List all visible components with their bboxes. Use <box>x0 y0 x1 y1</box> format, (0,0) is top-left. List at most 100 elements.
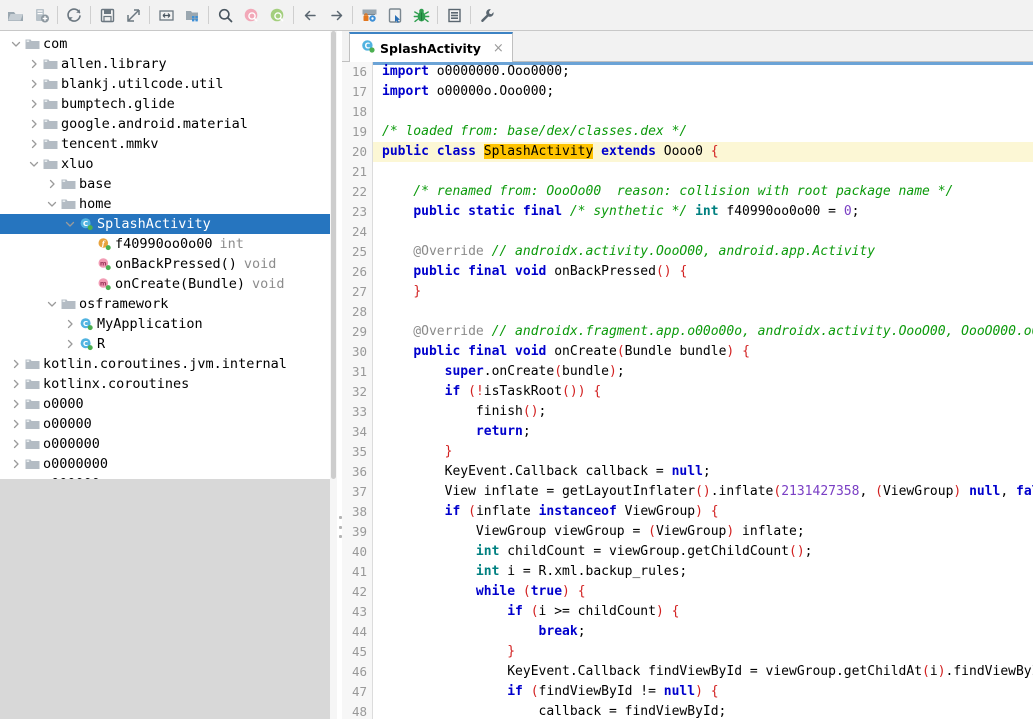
search-green-icon[interactable] <box>264 3 290 28</box>
code-line[interactable]: callback = findViewById; <box>373 702 1033 719</box>
code-line[interactable]: if (inflate instanceof ViewGroup) { <box>373 502 1033 522</box>
add-file-icon[interactable] <box>28 3 54 28</box>
code-line[interactable]: public final void onBackPressed() { <box>373 262 1033 282</box>
tree-row[interactable]: o00000 <box>0 414 337 434</box>
tab-splashactivity[interactable]: C SplashActivity × <box>349 32 513 62</box>
chevron-down-icon[interactable] <box>26 154 41 174</box>
tree-row[interactable]: allen.library <box>0 54 337 74</box>
code-line[interactable]: super.onCreate(bundle); <box>373 362 1033 382</box>
tree-row[interactable]: bumptech.glide <box>0 94 337 114</box>
tree-row[interactable]: com <box>0 34 337 54</box>
chevron-right-icon[interactable] <box>62 334 77 354</box>
chevron-down-icon[interactable] <box>44 294 59 314</box>
code-line[interactable]: break; <box>373 622 1033 642</box>
tree-row[interactable]: google.android.material <box>0 114 337 134</box>
save-icon[interactable] <box>94 3 120 28</box>
tree-scrollbar-thumb[interactable] <box>331 31 336 479</box>
code-token: ()) <box>562 384 586 399</box>
tree-row[interactable]: o000000 <box>0 434 337 454</box>
tree-row[interactable]: CR <box>0 334 337 354</box>
tree-row[interactable]: o0000 <box>0 394 337 414</box>
tree-row[interactable]: o0000000 <box>0 454 337 474</box>
chevron-right-icon[interactable] <box>26 94 41 114</box>
tree-row[interactable]: osframework <box>0 294 337 314</box>
code-line[interactable] <box>373 222 1033 242</box>
chevron-right-icon[interactable] <box>8 414 23 434</box>
code-line[interactable]: if (findViewById != null) { <box>373 682 1033 702</box>
tree-row[interactable]: f f40990oo0o00 int <box>0 234 337 254</box>
export-icon[interactable] <box>120 3 146 28</box>
code-line[interactable]: @Override // androidx.activity.OooO00, a… <box>373 242 1033 262</box>
search-pink-icon[interactable] <box>238 3 264 28</box>
code-line[interactable]: if (!isTaskRoot()) { <box>373 382 1033 402</box>
forward-arrow-icon[interactable] <box>323 3 349 28</box>
code-line[interactable]: finish(); <box>373 402 1033 422</box>
chevron-down-icon[interactable] <box>8 34 23 54</box>
code-line[interactable]: /* renamed from: OooOo00 reason: collisi… <box>373 182 1033 202</box>
chevron-down-icon[interactable] <box>62 214 77 234</box>
close-icon[interactable]: × <box>493 42 504 55</box>
code-line[interactable]: } <box>373 282 1033 302</box>
bug-icon[interactable] <box>408 3 434 28</box>
chevron-down-icon[interactable] <box>44 194 59 214</box>
code-line[interactable]: public static final /* synthetic */ int … <box>373 202 1033 222</box>
tree-row[interactable]: base <box>0 174 337 194</box>
search-icon[interactable] <box>212 3 238 28</box>
code-line[interactable]: import o0000000.Ooo0000; <box>373 62 1033 82</box>
collapse-icon[interactable] <box>153 3 179 28</box>
code-token: () <box>522 404 539 419</box>
chevron-right-icon[interactable] <box>8 434 23 454</box>
back-arrow-icon[interactable] <box>297 3 323 28</box>
tree-row[interactable]: home <box>0 194 337 214</box>
code-area[interactable]: 16 17 18 19 20 21 22 23 24 25 26 27 28 29 30 31 32 33 34 35… <box>342 62 1033 719</box>
code-line[interactable] <box>373 162 1033 182</box>
tree-row[interactable]: kotlin.coroutines.jvm.internal <box>0 354 337 374</box>
tree-row[interactable]: kotlinx.coroutines <box>0 374 337 394</box>
code-line[interactable]: int childCount = viewGroup.getChildCount… <box>373 542 1033 562</box>
tree-vertical-scrollbar[interactable] <box>330 31 337 719</box>
code-line[interactable] <box>373 302 1033 322</box>
list-icon[interactable] <box>441 3 467 28</box>
code-line[interactable]: } <box>373 442 1033 462</box>
tree-row-selected[interactable]: C SplashActivity <box>0 214 337 234</box>
tree-row[interactable]: m onCreate(Bundle) void <box>0 274 337 294</box>
chevron-right-icon[interactable] <box>26 134 41 154</box>
open-folder-icon[interactable] <box>2 3 28 28</box>
wrench-icon[interactable] <box>474 3 500 28</box>
code-line[interactable]: int i = R.xml.backup_rules; <box>373 562 1033 582</box>
tree-row[interactable]: blankj.utilcode.util <box>0 74 337 94</box>
chevron-right-icon[interactable] <box>26 74 41 94</box>
code-line[interactable]: if (i >= childCount) { <box>373 602 1033 622</box>
lock-settings-icon[interactable] <box>356 3 382 28</box>
code-line[interactable]: import o00000o.Ooo000; <box>373 82 1033 102</box>
code-line[interactable]: View inflate = getLayoutInflater().infla… <box>373 482 1033 502</box>
code-line[interactable]: return; <box>373 422 1033 442</box>
code-content[interactable]: import o0000000.Ooo0000; import o00000o.O… <box>373 62 1033 719</box>
chevron-right-icon[interactable] <box>26 114 41 134</box>
tree-row[interactable]: C MyApplication <box>0 314 337 334</box>
chevron-right-icon[interactable] <box>8 354 23 374</box>
code-line[interactable]: /* loaded from: base/dex/classes.dex */ <box>373 122 1033 142</box>
code-token: i = R.xml.backup_rules; <box>499 564 688 579</box>
tree-row[interactable]: m onBackPressed() void <box>0 254 337 274</box>
page-cursor-icon[interactable] <box>382 3 408 28</box>
chevron-right-icon[interactable] <box>44 174 59 194</box>
folder-grid-icon[interactable] <box>179 3 205 28</box>
tree-row[interactable]: tencent.mmkv <box>0 134 337 154</box>
chevron-right-icon[interactable] <box>8 394 23 414</box>
refresh-icon[interactable] <box>61 3 87 28</box>
chevron-right-icon[interactable] <box>8 374 23 394</box>
code-line[interactable]: @Override // androidx.fragment.app.o00o0… <box>373 322 1033 342</box>
code-line[interactable]: KeyEvent.Callback findViewById = viewGro… <box>373 662 1033 682</box>
code-line[interactable]: while (true) { <box>373 582 1033 602</box>
code-line[interactable]: } <box>373 642 1033 662</box>
chevron-right-icon[interactable] <box>26 54 41 74</box>
code-line[interactable]: KeyEvent.Callback callback = null; <box>373 462 1033 482</box>
tree-row[interactable]: xluo <box>0 154 337 174</box>
chevron-right-icon[interactable] <box>62 314 77 334</box>
code-line[interactable]: public final void onCreate(Bundle bundle… <box>373 342 1033 362</box>
code-line[interactable]: ViewGroup viewGroup = (ViewGroup) inflat… <box>373 522 1033 542</box>
code-line[interactable] <box>373 102 1033 122</box>
chevron-right-icon[interactable] <box>8 454 23 474</box>
code-line[interactable]: public class SplashActivity extends Oooo… <box>373 142 1033 162</box>
